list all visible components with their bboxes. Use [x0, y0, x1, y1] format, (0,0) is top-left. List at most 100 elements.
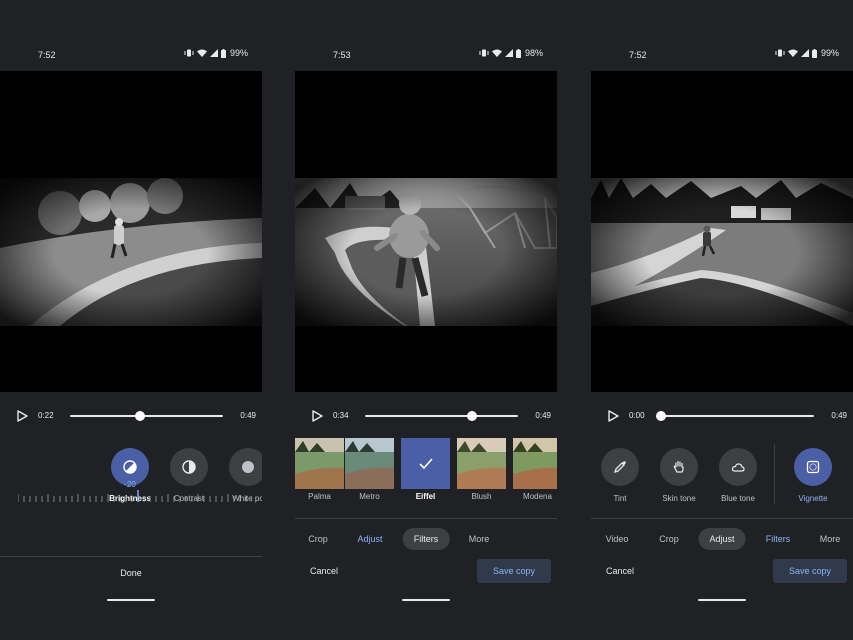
battery-percent: 99%	[229, 48, 248, 58]
tab-video[interactable]: Video	[595, 528, 640, 550]
editor-tabs: Video Crop Adjust Filters More	[591, 518, 853, 557]
filter-blush[interactable]: Blush	[457, 438, 506, 501]
cell-signal-icon	[209, 49, 218, 57]
video-frame-image	[0, 178, 262, 326]
tint-circle	[601, 448, 639, 486]
cloud-icon	[731, 463, 745, 472]
phone-screen-adjust-brightness: 7:52 99% 0:22 0:49 Brightness Contrast W…	[0, 37, 262, 605]
wifi-icon	[196, 49, 207, 57]
tab-crop[interactable]: Crop	[648, 528, 690, 550]
wifi-icon	[491, 49, 502, 57]
seek-knob[interactable]	[656, 411, 666, 421]
home-indicator[interactable]	[402, 599, 450, 601]
seek-knob[interactable]	[467, 411, 478, 421]
status-bar: 7:52 99%	[591, 37, 853, 71]
skin-tone-circle	[660, 448, 698, 486]
status-bar: 7:52 99%	[0, 37, 262, 71]
battery-percent: 98%	[524, 48, 543, 58]
editor-tabs: Crop Adjust Filters More	[295, 518, 557, 557]
end-time: 0:49	[831, 411, 847, 420]
filter-thumbnail	[513, 438, 557, 489]
status-icons: 99%	[184, 48, 248, 58]
status-time: 7:52	[38, 50, 56, 60]
filter-thumbnail	[295, 438, 344, 489]
tool-label: Blue tone	[721, 494, 755, 503]
battery-icon	[811, 48, 817, 58]
status-bar: 7:53 98%	[295, 37, 557, 71]
end-time: 0:49	[535, 411, 551, 420]
tab-crop[interactable]: Crop	[297, 528, 339, 550]
current-time: 0:34	[333, 411, 349, 420]
video-player-bar: 0:34 0:49	[295, 406, 557, 426]
tab-adjust[interactable]: Adjust	[346, 528, 393, 550]
eyedropper-icon	[613, 461, 626, 474]
home-indicator[interactable]	[107, 599, 155, 601]
play-icon[interactable]	[311, 410, 323, 422]
tool-vignette[interactable]: Vignette	[781, 448, 845, 503]
tool-tint[interactable]: Tint	[591, 448, 652, 503]
vibrate-icon	[775, 49, 785, 57]
brightness-slider[interactable]: -20	[17, 480, 253, 510]
filter-eiffel[interactable]: Eiffel	[401, 438, 450, 501]
video-frame-image	[591, 178, 853, 326]
vibrate-icon	[184, 49, 194, 57]
tab-adjust[interactable]: Adjust	[698, 528, 746, 550]
seek-track[interactable]	[70, 411, 223, 421]
blush-preview-image	[457, 438, 506, 489]
seek-track[interactable]	[656, 411, 814, 421]
video-player-bar: 0:22 0:49	[0, 406, 262, 426]
contrast-icon	[182, 460, 196, 474]
filter-thumbnail	[345, 438, 394, 489]
video-preview[interactable]	[591, 178, 853, 326]
play-icon[interactable]	[607, 410, 619, 422]
phone-screen-filters: 7:53 98% 0:34 0:49 Palma Metro Eiffel Bl…	[295, 37, 557, 605]
tab-more[interactable]: More	[458, 528, 501, 550]
video-preview[interactable]	[295, 178, 557, 326]
tab-more[interactable]: More	[809, 528, 852, 550]
current-time: 0:22	[38, 411, 54, 420]
filter-modena[interactable]: Modena	[513, 438, 557, 501]
cancel-button[interactable]: Cancel	[310, 566, 338, 576]
tab-filters[interactable]: Filters	[402, 528, 450, 550]
cancel-button[interactable]: Cancel	[606, 566, 634, 576]
filter-palma[interactable]: Palma	[295, 438, 344, 501]
status-time: 7:53	[333, 50, 351, 60]
cell-signal-icon	[800, 49, 809, 57]
tab-filters[interactable]: Filters	[755, 528, 802, 550]
palma-preview-image	[295, 438, 344, 489]
video-preview[interactable]	[0, 178, 262, 326]
checkmark-icon	[418, 457, 433, 469]
save-copy-button[interactable]: Save copy	[477, 559, 551, 583]
editor-controls: 0:34 0:49 Palma Metro Eiffel Blush Moden…	[295, 392, 557, 605]
editor-controls: 0:22 0:49 Brightness Contrast White po -…	[0, 392, 262, 605]
filter-label: Eiffel	[415, 492, 436, 501]
seek-track[interactable]	[365, 411, 518, 421]
video-player-bar: 0:00 0:49	[591, 406, 853, 426]
phone-screen-adjust-vignette: 7:52 99% 0:00 0:49 Tint Skin tone Blue t…	[591, 37, 853, 605]
slider-value: -20	[124, 480, 136, 489]
vibrate-icon	[479, 49, 489, 57]
save-copy-button[interactable]: Save copy	[773, 559, 847, 583]
filter-metro[interactable]: Metro	[345, 438, 394, 501]
white-point-icon	[242, 461, 254, 473]
metro-preview-image	[345, 438, 394, 489]
status-time: 7:52	[629, 50, 647, 60]
vignette-circle	[794, 448, 832, 486]
action-bar: Cancel Save copy	[591, 557, 853, 587]
battery-percent: 99%	[820, 48, 839, 58]
end-time: 0:49	[240, 411, 256, 420]
tool-label: Vignette	[798, 494, 828, 503]
seek-knob[interactable]	[135, 411, 146, 421]
tool-skin-tone[interactable]: Skin tone	[647, 448, 711, 503]
home-indicator[interactable]	[698, 599, 746, 601]
filter-carousel[interactable]: Palma Metro Eiffel Blush Modena	[295, 438, 557, 501]
done-bar: Done	[0, 556, 262, 590]
play-icon[interactable]	[16, 410, 28, 422]
current-time: 0:00	[629, 411, 645, 420]
tool-blue-tone[interactable]: Blue tone	[706, 448, 770, 503]
battery-icon	[220, 48, 226, 58]
status-icons: 98%	[479, 48, 543, 58]
modena-preview-image	[513, 438, 557, 489]
brightness-icon	[123, 460, 137, 474]
done-button[interactable]: Done	[0, 568, 262, 578]
